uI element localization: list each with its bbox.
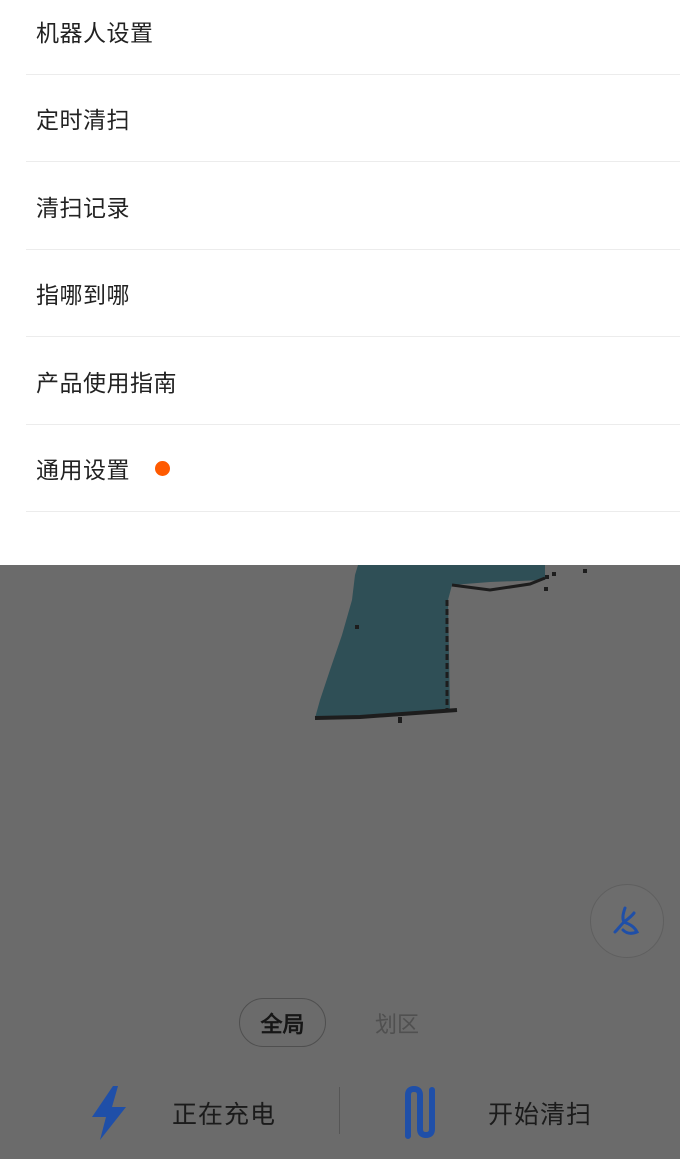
menu-item-robot-settings[interactable]: 机器人设置 (26, 0, 680, 75)
start-cleaning-label: 开始清扫 (488, 1100, 593, 1129)
menu-item-label: 清扫记录 (36, 196, 130, 222)
map-obstacle (583, 569, 587, 573)
menu-item-label: 定时清扫 (36, 108, 130, 134)
map-obstacle (545, 575, 549, 579)
robot-vacuum-screen: 机器人设置 定时清扫 清扫记录 指哪到哪 产品使用指南 通用设置 全局 划区 正… (0, 0, 680, 1159)
menu-item-label: 机器人设置 (36, 21, 154, 47)
suction-power-button[interactable] (590, 884, 664, 958)
map-obstacle (398, 717, 402, 723)
mode-global-tab[interactable]: 全局 (239, 998, 326, 1047)
sweep-path-icon (405, 1086, 435, 1139)
map-obstacle (544, 587, 548, 591)
charging-label: 正在充电 (172, 1100, 277, 1129)
cleaning-map (314, 565, 587, 723)
mode-zone-tab[interactable]: 划区 (360, 998, 434, 1047)
menu-item-label: 产品使用指南 (36, 371, 177, 397)
mode-zone-label: 划区 (374, 1012, 419, 1038)
start-cleaning-button[interactable]: 开始清扫 (398, 1078, 592, 1148)
map-obstacle (552, 572, 556, 576)
menu-item-general-settings[interactable]: 通用设置 (26, 425, 680, 512)
dropdown-menu: 机器人设置 定时清扫 清扫记录 指哪到哪 产品使用指南 通用设置 (0, 0, 680, 565)
mode-global-label: 全局 (260, 1012, 305, 1038)
lightning-icon (92, 1086, 126, 1140)
map-obstacle (355, 625, 359, 629)
menu-item-scheduled-cleaning[interactable]: 定时清扫 (26, 75, 680, 162)
menu-item-point-and-go[interactable]: 指哪到哪 (26, 250, 680, 337)
menu-item-label: 指哪到哪 (36, 283, 130, 309)
fan-icon (613, 906, 640, 935)
notification-dot (155, 460, 170, 476)
menu-item-cleaning-records[interactable]: 清扫记录 (26, 163, 680, 250)
menu-item-label: 通用设置 (36, 458, 130, 484)
action-divider (339, 1087, 340, 1134)
charging-button[interactable]: 正在充电 (86, 1078, 276, 1148)
menu-item-product-guide[interactable]: 产品使用指南 (26, 338, 680, 425)
